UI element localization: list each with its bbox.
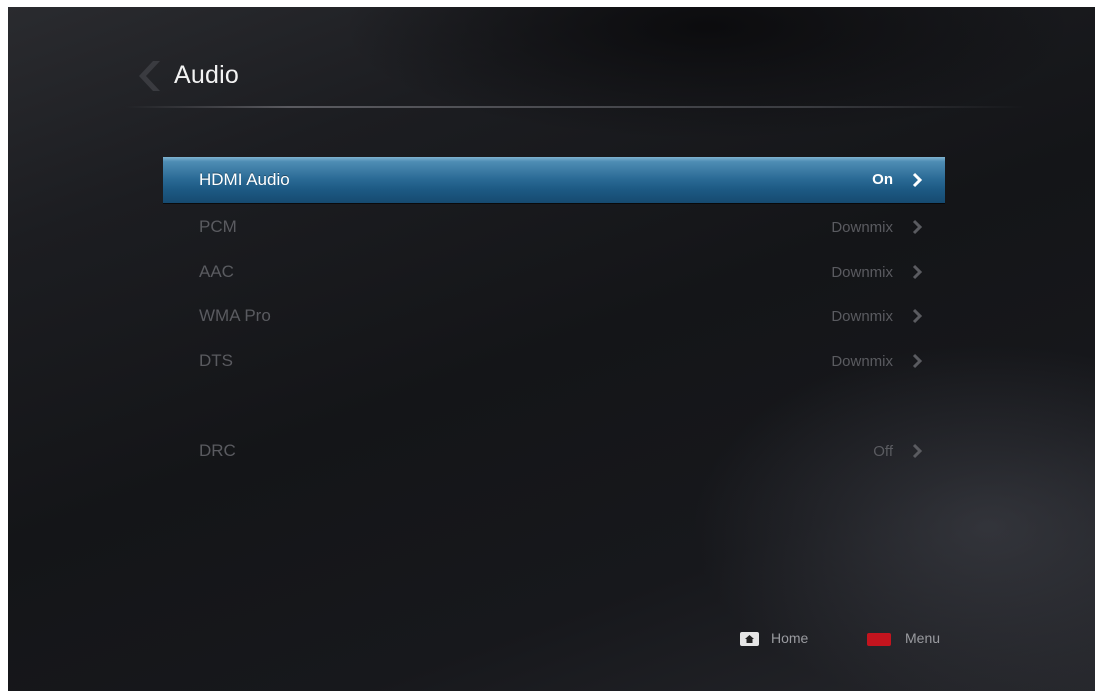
red-button-icon[interactable] xyxy=(867,633,891,646)
setting-row-wma-pro[interactable]: WMA Pro Downmix xyxy=(163,293,945,339)
home-label: Home xyxy=(771,630,809,646)
setting-value: Downmix xyxy=(831,219,893,236)
page-title: Audio xyxy=(174,61,239,89)
setting-value: Downmix xyxy=(831,308,893,325)
home-icon[interactable] xyxy=(740,632,759,646)
audio-settings-screen: Audio HDMI Audio On PCM Downmix AAC Down… xyxy=(8,7,1095,691)
home-glyph-icon xyxy=(745,635,754,643)
chevron-right-icon xyxy=(912,353,923,369)
chevron-left-icon[interactable] xyxy=(136,59,166,93)
header: Audio xyxy=(8,7,1095,108)
setting-value: Downmix xyxy=(831,353,893,370)
setting-value: Downmix xyxy=(831,264,893,281)
setting-label: DRC xyxy=(199,441,236,460)
setting-value: On xyxy=(872,171,893,188)
setting-label: HDMI Audio xyxy=(199,170,290,189)
setting-row-aac[interactable]: AAC Downmix xyxy=(163,249,945,295)
chevron-right-icon xyxy=(912,172,923,188)
chevron-right-icon xyxy=(912,219,923,235)
footer-hints: Home Menu xyxy=(8,624,1095,654)
setting-label: DTS xyxy=(199,351,233,370)
chevron-right-icon xyxy=(912,443,923,459)
setting-label: PCM xyxy=(199,217,237,236)
setting-label: WMA Pro xyxy=(199,306,271,325)
chevron-right-icon xyxy=(912,308,923,324)
setting-row-hdmi-audio[interactable]: HDMI Audio On xyxy=(163,157,945,203)
menu-label: Menu xyxy=(905,630,941,646)
setting-row-drc[interactable]: DRC Off xyxy=(163,428,945,474)
setting-value: Off xyxy=(873,443,893,460)
chevron-right-icon xyxy=(912,264,923,280)
setting-row-dts[interactable]: DTS Downmix xyxy=(163,338,945,384)
header-divider xyxy=(126,106,1026,108)
setting-label: AAC xyxy=(199,262,234,281)
setting-row-pcm[interactable]: PCM Downmix xyxy=(163,204,945,250)
